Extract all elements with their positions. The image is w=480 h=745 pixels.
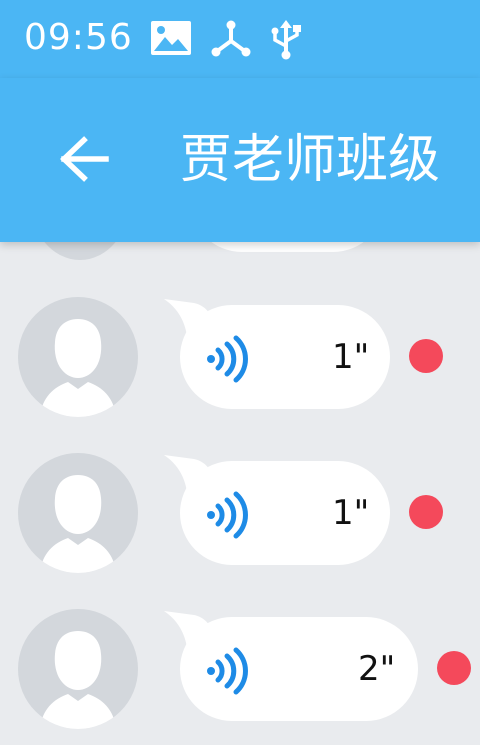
voice-duration: 2" [358,649,396,689]
voice-wave-icon [207,647,248,695]
voice-wave-icon [207,335,248,383]
status-time: 09:56 [24,17,133,58]
avatar[interactable] [18,297,138,417]
default-avatar-icon [40,319,116,417]
arrow-left-icon [60,136,109,182]
network-share-icon [210,20,252,62]
image-icon [150,20,192,60]
default-avatar-icon [40,631,116,729]
back-button[interactable] [50,128,118,190]
voice-message-bubble[interactable]: 2" [164,611,418,721]
voice-duration: 1" [332,337,370,377]
default-avatar-icon [40,475,116,573]
voice-message-bubble[interactable]: 1" [164,455,390,565]
voice-message-bubble[interactable]: 1" [164,299,390,409]
status-bar: 09:56 [0,0,480,78]
unread-dot [409,495,443,529]
voice-wave-icon [207,491,248,539]
avatar[interactable] [18,609,138,729]
voice-duration: 1" [332,493,370,533]
usb-icon [268,20,304,64]
page-title: 贾老师班级 [180,130,441,190]
unread-dot [409,339,443,373]
unread-dot [437,651,471,685]
app-bar: 贾老师班级 [0,78,480,242]
avatar[interactable] [18,453,138,573]
